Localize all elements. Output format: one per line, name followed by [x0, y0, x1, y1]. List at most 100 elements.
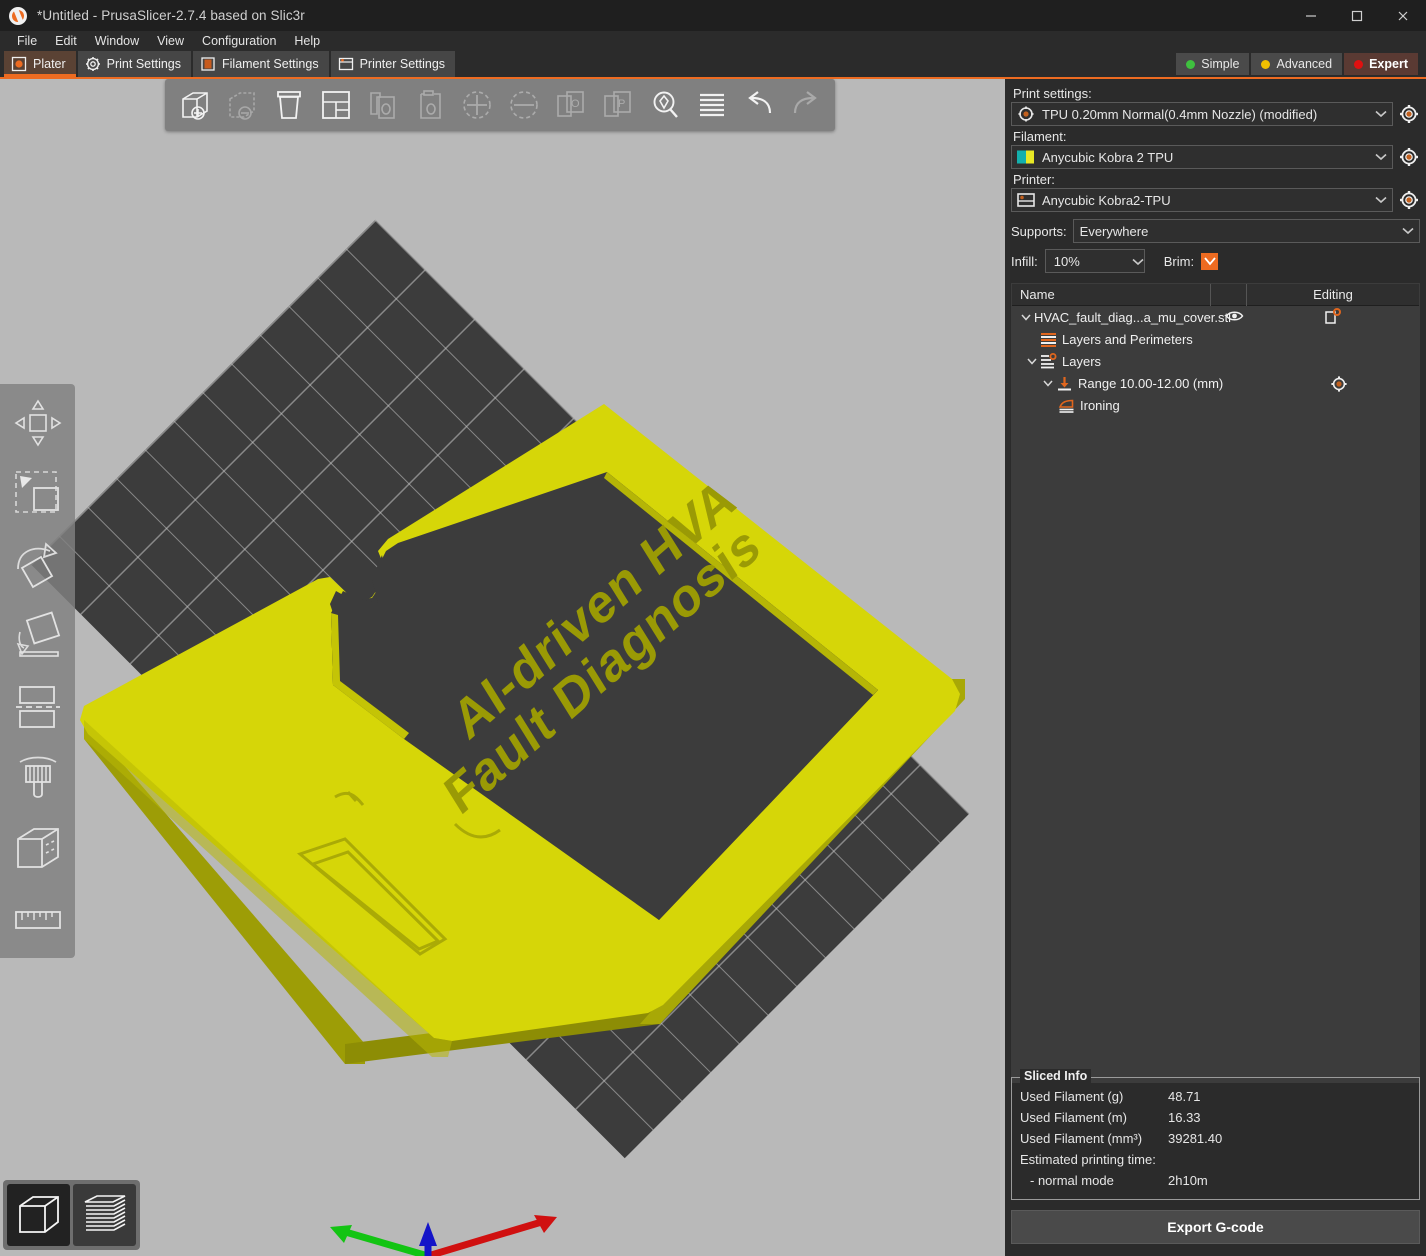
editor-view-icon[interactable]: [7, 1184, 70, 1246]
3d-viewport[interactable]: AI-driven HVAC Fault Diagnosis: [0, 79, 1005, 1256]
add-icon[interactable]: [171, 84, 218, 126]
mode-simple[interactable]: Simple: [1176, 53, 1249, 75]
layer-range-gear-icon[interactable]: [1330, 375, 1348, 396]
split-parts-icon[interactable]: P: [594, 84, 641, 126]
normal-mode-label: - normal mode: [1020, 1173, 1168, 1188]
chevron-down-icon[interactable]: [1370, 153, 1392, 161]
place-on-face-gizmo-icon[interactable]: [0, 600, 75, 671]
layers-editing-icon[interactable]: [1324, 308, 1342, 329]
filament-gear-icon[interactable]: [1398, 146, 1420, 168]
y-axis: [330, 1225, 428, 1256]
column-header-name: Name: [1012, 287, 1210, 302]
tab-filament-settings[interactable]: Filament Settings: [193, 51, 329, 77]
move-gizmo-icon[interactable]: [0, 387, 75, 458]
chevron-down-icon[interactable]: [1018, 314, 1034, 321]
tree-row-layer-range[interactable]: Range 10.00-12.00 (mm): [1012, 372, 1419, 394]
print-settings-gear-icon[interactable]: [1398, 103, 1420, 125]
layer-range-icon: [1056, 375, 1073, 392]
column-header-editing: Editing: [1246, 284, 1419, 306]
tree-row-layers-perimeters[interactable]: Layers and Perimeters: [1012, 328, 1419, 350]
mode-simple-label: Simple: [1201, 57, 1239, 71]
mode-expert[interactable]: Expert: [1344, 53, 1418, 75]
add-instance-icon[interactable]: [453, 84, 500, 126]
supports-combo[interactable]: Everywhere: [1073, 219, 1420, 243]
tree-row-object-label: HVAC_fault_diag...a_mu_cover.stl: [1034, 310, 1231, 325]
sliced-info-row: Estimated printing time:: [1020, 1149, 1413, 1170]
tree-row-layers-label: Layers: [1062, 354, 1101, 369]
print-settings-combo[interactable]: TPU 0.20mm Normal(0.4mm Nozzle) (modifie…: [1011, 102, 1393, 126]
tree-row-layers[interactable]: Layers: [1012, 350, 1419, 372]
menu-window[interactable]: Window: [86, 33, 148, 49]
undo-icon[interactable]: [735, 84, 782, 126]
tab-bar: Plater Print Settings: [0, 51, 1426, 77]
object-tree[interactable]: Name Editing HVAC_fault_diag...a_mu_cove…: [1011, 283, 1420, 1083]
chevron-down-icon[interactable]: [1040, 380, 1056, 387]
menu-view[interactable]: View: [148, 33, 193, 49]
paste-icon[interactable]: [406, 84, 453, 126]
printer-value: Anycubic Kobra2-TPU: [1036, 193, 1370, 208]
tab-filament-settings-label: Filament Settings: [222, 57, 319, 71]
scale-gizmo-icon[interactable]: [0, 458, 75, 529]
export-gcode-button[interactable]: Export G-code: [1011, 1210, 1420, 1244]
eye-icon[interactable]: [1225, 309, 1244, 326]
print-settings-value: TPU 0.20mm Normal(0.4mm Nozzle) (modifie…: [1036, 107, 1370, 122]
brim-label: Brim:: [1164, 254, 1194, 269]
filament-value: Anycubic Kobra 2 TPU: [1036, 150, 1370, 165]
chevron-down-icon[interactable]: [1370, 196, 1392, 204]
mode-expert-label: Expert: [1369, 57, 1408, 71]
svg-text:O: O: [571, 98, 580, 110]
supports-value: Everywhere: [1078, 224, 1397, 239]
mode-selector: Simple Advanced Expert: [1174, 53, 1418, 75]
brim-checkbox[interactable]: [1201, 253, 1218, 270]
remove-instance-icon[interactable]: [500, 84, 547, 126]
variable-layer-height-icon[interactable]: [688, 84, 735, 126]
print-settings-label: Print settings:: [1013, 86, 1420, 101]
delete-icon[interactable]: [218, 84, 265, 126]
svg-text:P: P: [618, 98, 625, 110]
tab-plater[interactable]: Plater: [4, 51, 76, 77]
tab-print-settings[interactable]: Print Settings: [78, 51, 191, 77]
menu-configuration[interactable]: Configuration: [193, 33, 285, 49]
tab-printer-settings[interactable]: Printer Settings: [331, 51, 455, 77]
chevron-down-icon[interactable]: [1397, 227, 1419, 235]
tree-row-layers-perimeters-label: Layers and Perimeters: [1062, 332, 1193, 347]
split-objects-icon[interactable]: O: [547, 84, 594, 126]
infill-combo[interactable]: 10%: [1045, 249, 1145, 273]
filament-combo[interactable]: Anycubic Kobra 2 TPU: [1011, 145, 1393, 169]
menu-edit[interactable]: Edit: [46, 33, 86, 49]
tab-strip: Plater Print Settings: [4, 51, 457, 77]
prusaslicer-logo-icon: [9, 7, 27, 25]
tree-row-ironing[interactable]: Ironing: [1012, 394, 1419, 416]
printer-gear-icon[interactable]: [1398, 189, 1420, 211]
chevron-down-icon[interactable]: [1370, 110, 1392, 118]
measure-gizmo-icon[interactable]: [0, 884, 75, 955]
layers-icon: [1040, 353, 1057, 370]
cut-gizmo-icon[interactable]: [0, 671, 75, 742]
arrange-icon[interactable]: [312, 84, 359, 126]
chevron-down-icon[interactable]: [1132, 254, 1144, 269]
menu-file[interactable]: File: [8, 33, 46, 49]
mode-advanced[interactable]: Advanced: [1251, 53, 1342, 75]
view-mode-toggle: [3, 1180, 140, 1250]
maximize-icon[interactable]: [1334, 0, 1380, 31]
seam-painting-gizmo-icon[interactable]: [0, 813, 75, 884]
menu-help[interactable]: Help: [285, 33, 329, 49]
copy-icon[interactable]: [359, 84, 406, 126]
paint-support-gizmo-icon[interactable]: [0, 742, 75, 813]
used-filament-m-label: Used Filament (m): [1020, 1110, 1168, 1125]
rotate-gizmo-icon[interactable]: [0, 529, 75, 600]
tree-row-object[interactable]: HVAC_fault_diag...a_mu_cover.stl: [1012, 306, 1419, 328]
preview-view-icon[interactable]: [73, 1184, 136, 1246]
plater-toolbar: O P: [165, 79, 835, 131]
close-icon[interactable]: [1380, 0, 1426, 31]
column-header-visibility: [1210, 284, 1246, 306]
minimize-icon[interactable]: [1288, 0, 1334, 31]
redo-icon[interactable]: [782, 84, 829, 126]
search-icon[interactable]: [641, 84, 688, 126]
printer-combo[interactable]: Anycubic Kobra2-TPU: [1011, 188, 1393, 212]
chevron-down-icon[interactable]: [1024, 358, 1040, 365]
tree-row-layer-range-label: Range 10.00-12.00 (mm): [1078, 376, 1223, 391]
supports-row: Supports: Everywhere: [1011, 219, 1420, 243]
mode-advanced-dot-icon: [1261, 60, 1270, 69]
delete-all-icon[interactable]: [265, 84, 312, 126]
